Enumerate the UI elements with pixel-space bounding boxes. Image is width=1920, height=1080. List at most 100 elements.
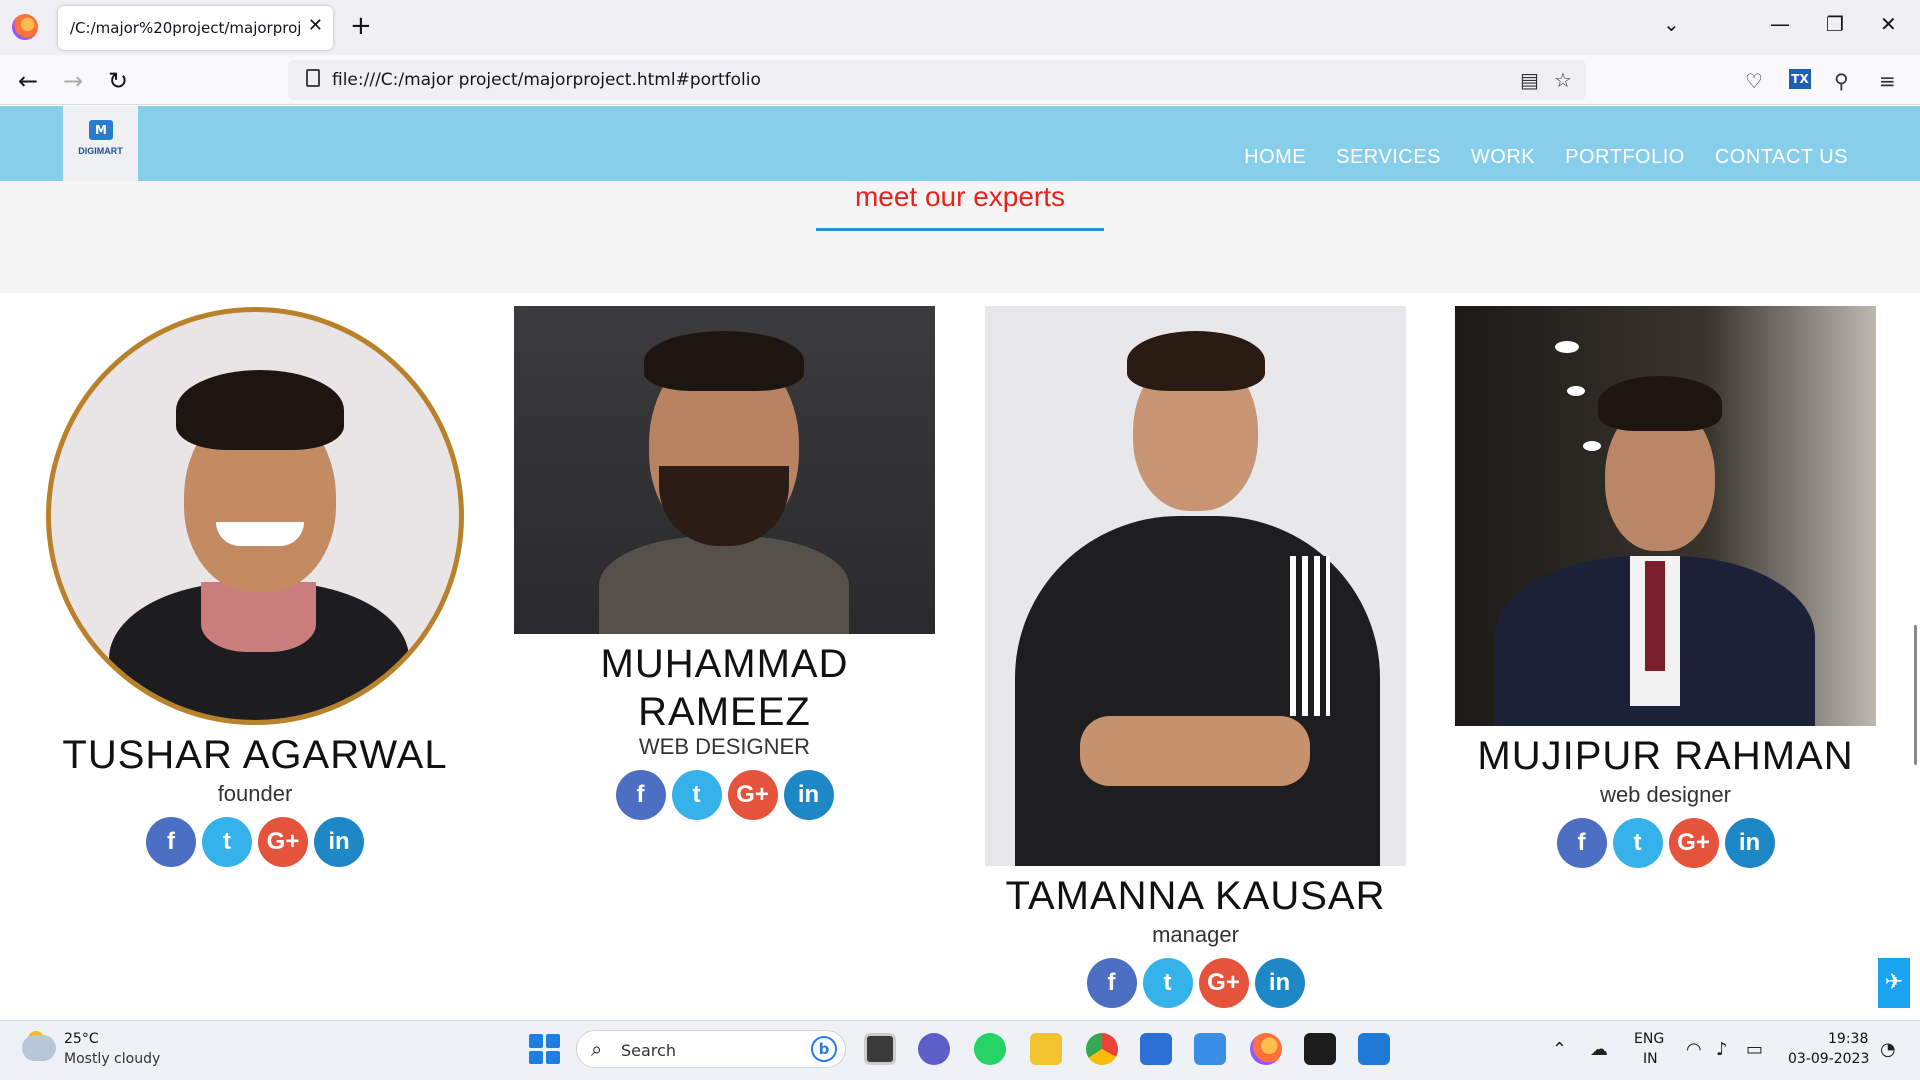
windows-taskbar: 25°C Mostly cloudy ⌕ Search b ⌃ ☁ ENG IN… [0, 1020, 1920, 1080]
list-all-tabs-icon[interactable]: ⌄ [1663, 12, 1680, 36]
member-role: WEB DESIGNER [638, 734, 811, 759]
tab-title: /C:/major%20project/majorproject.html [70, 19, 300, 37]
linkedin-icon[interactable]: in [1724, 818, 1775, 868]
member-card: TAMANNA KAUSAR manager f t G+ in [985, 306, 1406, 1008]
google-plus-icon[interactable]: G+ [727, 770, 778, 820]
section-title: meet our experts [854, 181, 1066, 212]
cart-icon: M [89, 120, 113, 140]
member-name: MUHAMMAD RAMEEZ [600, 642, 849, 734]
notifications-icon[interactable]: ◔ [1880, 1039, 1896, 1060]
onedrive-icon[interactable]: ☁ [1590, 1039, 1608, 1060]
clock-time[interactable]: 19:38 [1828, 1031, 1868, 1047]
twitter-icon[interactable]: t [1142, 958, 1193, 1008]
member-role: web designer [1600, 782, 1731, 807]
mail-icon[interactable] [1358, 1033, 1390, 1065]
member-photo [1455, 306, 1876, 726]
back-icon[interactable]: ← [18, 67, 38, 95]
chrome-icon[interactable] [1086, 1033, 1118, 1065]
member-role: founder [217, 781, 293, 806]
new-tab-icon[interactable]: + [350, 11, 372, 41]
member-photo [514, 306, 935, 634]
forward-icon[interactable]: → [63, 67, 83, 95]
weather-description[interactable]: Mostly cloudy [64, 1051, 160, 1067]
url-text[interactable]: file:///C:/major project/majorproject.ht… [332, 70, 761, 90]
facebook-icon[interactable]: f [146, 817, 196, 867]
teams-chat-icon[interactable] [918, 1033, 950, 1065]
notepad-icon[interactable] [1194, 1033, 1226, 1065]
window-close-icon[interactable]: ✕ [1880, 12, 1897, 36]
linkedin-icon[interactable]: in [783, 770, 834, 820]
weather-temperature[interactable]: 25°C [64, 1031, 99, 1047]
translate-extension-icon[interactable]: TX [1789, 69, 1811, 89]
terminal-icon[interactable] [1304, 1033, 1336, 1065]
language-indicator[interactable]: ENG [1634, 1031, 1664, 1047]
task-view-icon[interactable] [864, 1033, 896, 1065]
browser-tab[interactable]: /C:/major%20project/majorproject.html ✕ [58, 6, 333, 50]
social-links: f t G+ in [1455, 818, 1876, 868]
member-card: MUJIPUR RAHMAN web designer f t G+ in [1455, 306, 1876, 868]
facebook-icon[interactable]: f [615, 770, 666, 820]
extensions-icon[interactable]: ⚲ [1834, 69, 1849, 93]
member-card: MUHAMMAD RAMEEZ WEB DESIGNER f t G+ in [514, 306, 935, 820]
taskbar-search[interactable]: ⌕ Search b [576, 1030, 846, 1068]
address-bar[interactable]: file:///C:/major project/majorproject.ht… [288, 60, 1586, 100]
region-indicator[interactable]: IN [1643, 1051, 1658, 1067]
menu-portfolio[interactable]: PORTFOLIO [1565, 146, 1685, 169]
clock-date[interactable]: 03-09-2023 [1788, 1051, 1869, 1067]
bookmark-star-icon[interactable]: ☆ [1554, 68, 1572, 92]
menu-services[interactable]: SERVICES [1336, 146, 1441, 169]
social-links: f t G+ in [45, 817, 465, 867]
google-plus-icon[interactable]: G+ [258, 817, 308, 867]
title-underline [816, 228, 1104, 231]
bing-icon[interactable]: b [811, 1036, 837, 1062]
member-name: TUSHAR AGARWAL [62, 733, 448, 777]
google-plus-icon[interactable]: G+ [1198, 958, 1249, 1008]
page-icon [306, 69, 320, 87]
linkedin-icon[interactable]: in [1254, 958, 1305, 1008]
menu-icon[interactable]: ≡ [1879, 69, 1896, 93]
search-placeholder: Search [621, 1041, 676, 1060]
volume-icon[interactable]: ♪ [1716, 1039, 1728, 1060]
wifi-icon[interactable]: ◠ [1686, 1039, 1702, 1060]
scroll-to-top-button[interactable]: ✈ [1878, 958, 1910, 1008]
twitter-icon[interactable]: t [202, 817, 252, 867]
member-photo [46, 307, 464, 725]
facebook-icon[interactable]: f [1556, 818, 1607, 868]
social-links: f t G+ in [514, 770, 935, 820]
cloud-icon[interactable] [22, 1035, 56, 1061]
linkedin-icon[interactable]: in [314, 817, 364, 867]
site-header: M DIGIMART HOME SERVICES WORK PORTFOLIO … [0, 106, 1920, 181]
minimize-icon[interactable]: — [1770, 12, 1790, 36]
menu-home[interactable]: HOME [1244, 146, 1306, 169]
main-menu: HOME SERVICES WORK PORTFOLIO CONTACT US [1244, 146, 1848, 169]
team-section: TUSHAR AGARWAL founder f t G+ in MUHAMMA… [0, 293, 1920, 1020]
menu-contact-us[interactable]: CONTACT US [1715, 146, 1848, 169]
show-hidden-icons-icon[interactable]: ⌃ [1552, 1039, 1567, 1060]
member-role: manager [1152, 922, 1239, 947]
reload-icon[interactable]: ↻ [108, 67, 128, 95]
reader-view-icon[interactable]: ▤ [1520, 68, 1539, 92]
microsoft-store-icon[interactable] [1140, 1033, 1172, 1065]
google-plus-icon[interactable]: G+ [1668, 818, 1719, 868]
menu-work[interactable]: WORK [1471, 146, 1535, 169]
member-name: MUJIPUR RAHMAN [1477, 734, 1854, 778]
file-explorer-icon[interactable] [1030, 1033, 1062, 1065]
pocket-icon[interactable]: ♡ [1745, 69, 1763, 93]
member-photo [985, 306, 1406, 866]
firefox-icon[interactable] [12, 14, 38, 40]
start-icon[interactable] [528, 1033, 560, 1065]
facebook-icon[interactable]: f [1086, 958, 1137, 1008]
twitter-icon[interactable]: t [671, 770, 722, 820]
page-scrollbar[interactable] [1914, 625, 1917, 765]
logo-text: DIGIMART [78, 146, 123, 156]
battery-icon[interactable]: ▭ [1746, 1039, 1763, 1060]
digimart-logo[interactable]: M DIGIMART [63, 106, 138, 181]
tab-close-icon[interactable]: ✕ [308, 15, 323, 36]
whatsapp-icon[interactable] [974, 1033, 1006, 1065]
social-links: f t G+ in [985, 958, 1406, 1008]
search-icon: ⌕ [591, 1037, 603, 1061]
browser-nav-bar: ← → ↻ file:///C:/major project/majorproj… [0, 55, 1920, 105]
restore-icon[interactable]: ❐ [1826, 12, 1844, 36]
twitter-icon[interactable]: t [1612, 818, 1663, 868]
firefox-taskbar-icon[interactable] [1250, 1033, 1282, 1065]
